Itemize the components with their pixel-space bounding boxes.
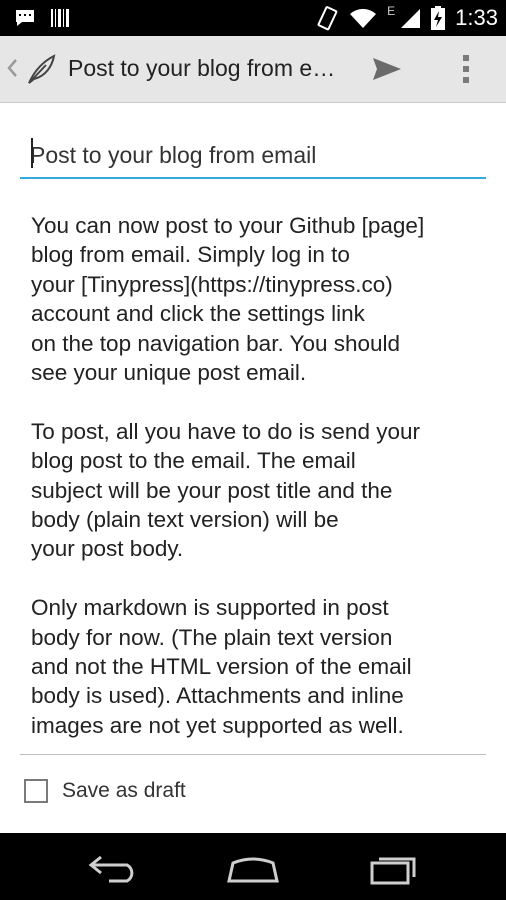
navigation-bar [0, 833, 506, 900]
feather-logo-icon[interactable] [24, 52, 58, 86]
save-draft-label[interactable]: Save as draft [62, 779, 186, 803]
message-icon [16, 10, 34, 26]
action-bar: Post to your blog from email [0, 36, 506, 103]
barcode-icon [51, 9, 69, 27]
up-chevron-icon[interactable] [4, 54, 20, 82]
post-body-textarea[interactable]: You can now post to your Github [page] b… [20, 209, 486, 755]
status-time: 1:33 [455, 5, 498, 30]
save-draft-checkbox[interactable] [24, 779, 48, 803]
status-bar-notifications [14, 8, 70, 28]
text-cursor [31, 138, 33, 168]
home-icon[interactable] [225, 851, 281, 885]
body-paragraph: To post, all you have to do is send your… [31, 418, 420, 562]
back-icon[interactable] [85, 851, 141, 885]
body-paragraph: Only markdown is supported in post body … [31, 595, 412, 738]
send-icon[interactable] [370, 55, 404, 83]
overflow-menu-icon[interactable] [456, 52, 476, 86]
status-bar: E 1:33 [0, 0, 506, 36]
battery-charging-icon [431, 6, 446, 30]
compose-form: You can now post to your Github [page] b… [0, 103, 506, 833]
recent-apps-icon[interactable] [366, 851, 422, 885]
wifi-icon [350, 8, 377, 28]
save-draft-row[interactable]: Save as draft [24, 779, 186, 803]
action-bar-title: Post to your blog from email [68, 55, 348, 81]
signal-icon [401, 9, 421, 28]
post-title-input[interactable] [20, 133, 486, 179]
vibrate-icon [317, 6, 338, 31]
status-bar-system: E 1:33 [315, 4, 498, 32]
body-paragraph: You can now post to your Github [page] b… [31, 213, 425, 386]
network-type-label: E [387, 4, 396, 18]
